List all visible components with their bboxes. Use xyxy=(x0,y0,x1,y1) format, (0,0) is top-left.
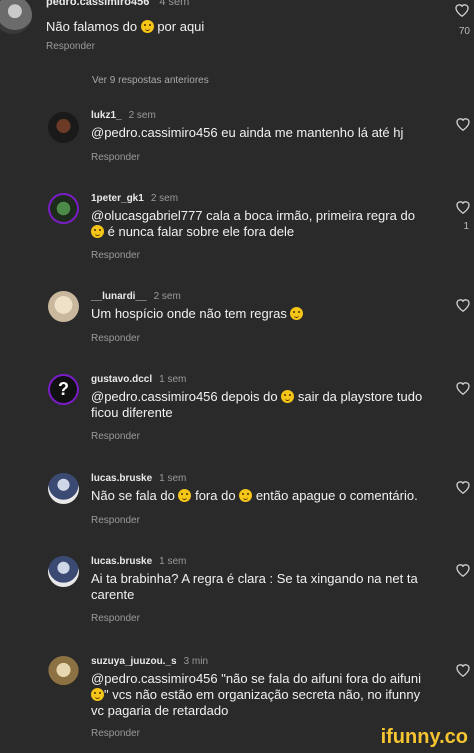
comment-text: @pedro.cassimiro456 depois do sair da pl… xyxy=(91,389,423,420)
comment-username[interactable]: gustavo.dccl 1 sem xyxy=(91,374,186,385)
comment-text: Não falamos do por aqui xyxy=(46,19,205,34)
avatar[interactable] xyxy=(48,193,79,224)
smiley-emoji-icon xyxy=(140,20,154,33)
parent-comment: pedro.cassimiro456 4 sem Não falamos do p… xyxy=(0,0,474,60)
smiley-emoji-icon xyxy=(91,688,104,701)
heart-icon[interactable] xyxy=(455,562,471,582)
ifunny-watermark: ifunny.co xyxy=(380,726,468,748)
reply-button[interactable]: Responder xyxy=(46,41,95,52)
reply-button[interactable]: Responder xyxy=(91,152,140,163)
comment-username[interactable]: __lunardi__ 2 sem xyxy=(91,291,181,302)
comment-username[interactable]: 1peter_gk1 2 sem xyxy=(91,193,178,204)
heart-icon[interactable] xyxy=(455,479,471,499)
comment-username[interactable]: lukz1_ 2 sem xyxy=(91,110,156,121)
heart-icon[interactable] xyxy=(455,199,471,219)
avatar[interactable] xyxy=(0,0,32,34)
comment-text: Um hospício onde não tem regras xyxy=(91,306,426,322)
avatar[interactable] xyxy=(48,556,79,587)
comment-username[interactable]: lucas.bruske 1 sem xyxy=(91,473,186,484)
heart-icon[interactable] xyxy=(455,380,471,400)
comment-text: @pedro.cassimiro456 "não se fala do aifu… xyxy=(91,671,422,718)
smiley-emoji-icon xyxy=(281,390,295,403)
avatar[interactable] xyxy=(48,656,79,687)
like-count: 1 xyxy=(463,221,469,232)
comment-time: 4 sem xyxy=(159,0,190,8)
heart-icon[interactable] xyxy=(455,297,471,317)
reply-button[interactable]: Responder xyxy=(91,728,140,739)
comment-username[interactable]: pedro.cassimiro456 4 sem xyxy=(46,0,189,8)
heart-icon[interactable] xyxy=(454,2,470,22)
smiley-emoji-icon xyxy=(239,489,253,502)
avatar[interactable]: ? xyxy=(48,374,79,405)
heart-icon[interactable] xyxy=(455,662,471,682)
smiley-emoji-icon xyxy=(290,307,304,320)
smiley-emoji-icon xyxy=(178,489,192,502)
reply-button[interactable]: Responder xyxy=(91,333,140,344)
reply-button[interactable]: Responder xyxy=(91,613,140,624)
reply-button[interactable]: Responder xyxy=(91,250,140,261)
comment-username[interactable]: lucas.bruske 1 sem xyxy=(91,556,186,567)
comment-text: Não se fala do fora do então apague o co… xyxy=(91,488,418,503)
comment-text: Ai ta brabinha? A regra é clara : Se ta … xyxy=(91,571,418,602)
view-more-replies-button[interactable]: Ver 9 respostas anteriores xyxy=(92,75,209,86)
smiley-emoji-icon xyxy=(91,225,104,238)
avatar[interactable] xyxy=(48,473,79,504)
heart-icon[interactable] xyxy=(455,116,471,136)
avatar[interactable] xyxy=(48,291,79,322)
comment-text: @olucasgabriel777 cala a boca irmão, pri… xyxy=(91,208,415,239)
comment-text: @pedro.cassimiro456 eu ainda me mantenho… xyxy=(91,125,404,140)
like-count: 70 xyxy=(458,26,470,37)
avatar[interactable] xyxy=(48,112,79,143)
reply-button[interactable]: Responder xyxy=(91,431,140,442)
comment-username[interactable]: suzuya_juuzou._s 3 min xyxy=(91,656,208,667)
reply-button[interactable]: Responder xyxy=(91,515,140,526)
